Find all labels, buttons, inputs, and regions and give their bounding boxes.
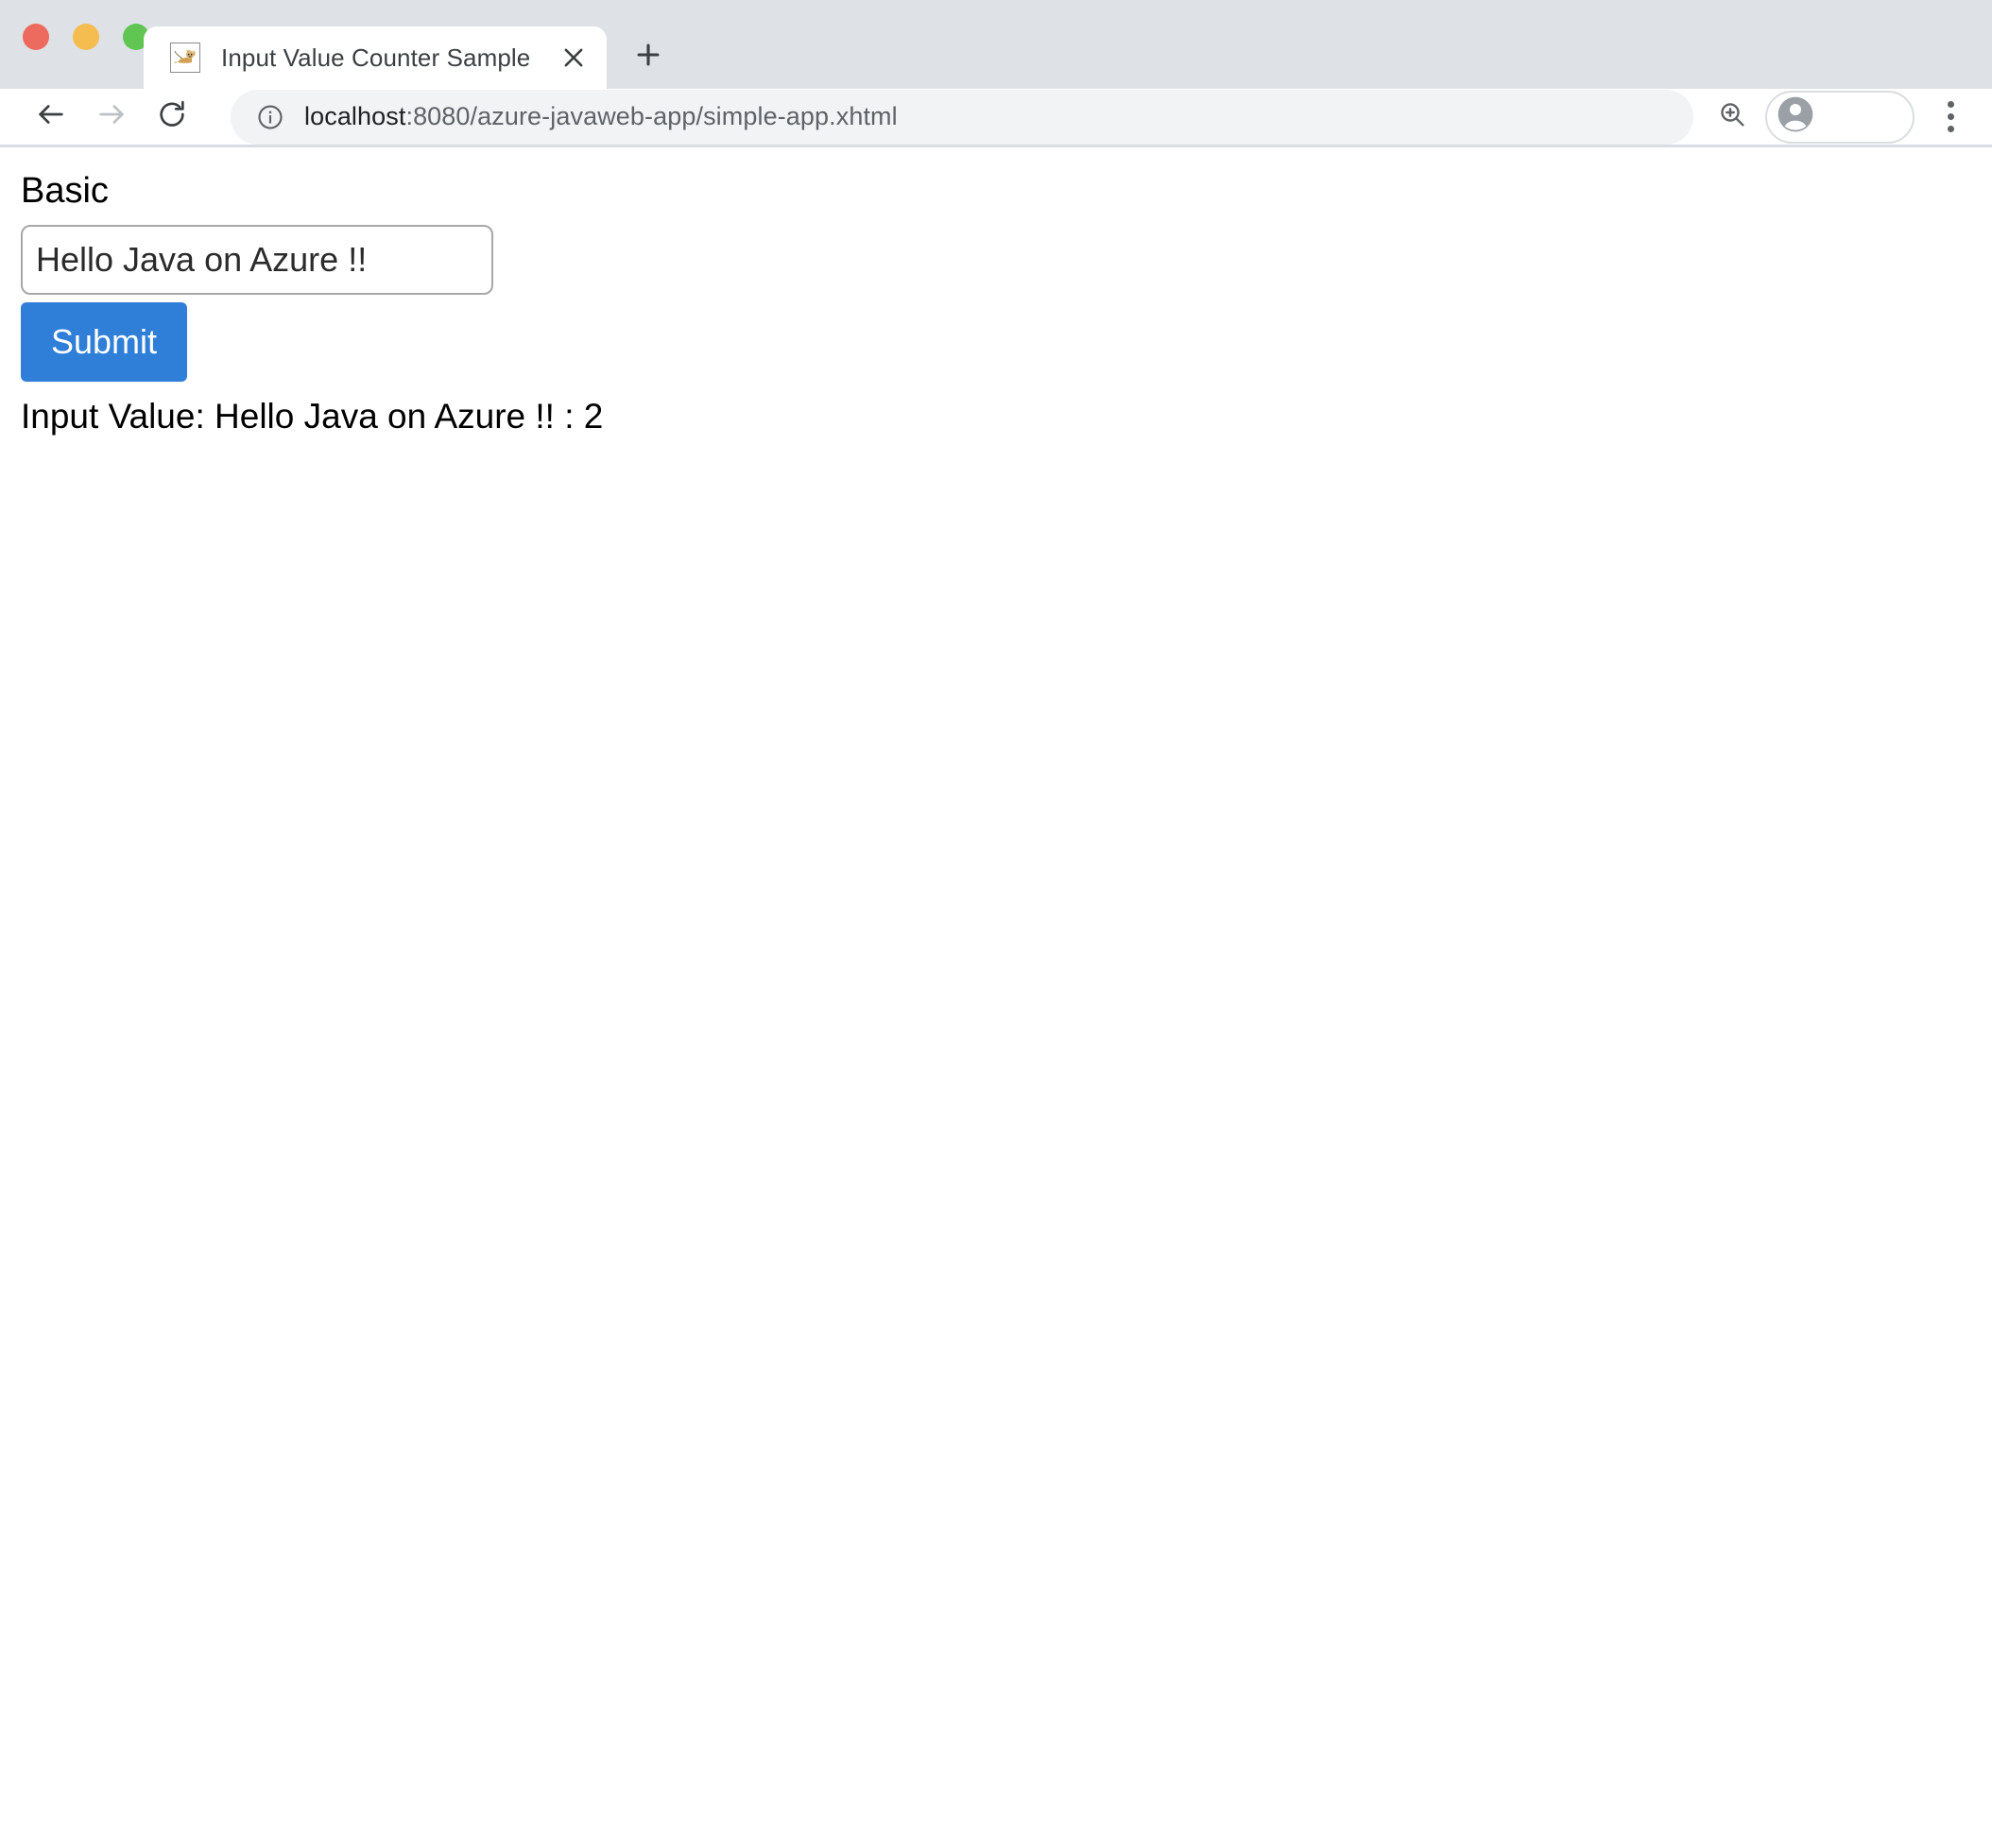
plus-icon	[632, 39, 664, 76]
url-text: localhost:8080/azure-javaweb-app/simple-…	[304, 102, 898, 131]
submit-button[interactable]: Submit	[21, 301, 187, 382]
browser-toolbar: localhost:8080/azure-javaweb-app/simple-…	[0, 89, 1992, 147]
reload-icon	[156, 98, 188, 135]
reload-button[interactable]	[146, 91, 198, 144]
address-bar[interactable]: localhost:8080/azure-javaweb-app/simple-…	[231, 89, 1693, 145]
window-minimize-button[interactable]	[73, 24, 99, 50]
back-button[interactable]	[25, 91, 77, 144]
page-title: Basic	[21, 171, 109, 211]
close-icon[interactable]	[552, 36, 595, 79]
browser-tab-active[interactable]: Input Value Counter Sample	[144, 26, 607, 89]
url-host: localhost	[304, 102, 406, 130]
new-tab-button[interactable]	[624, 32, 673, 81]
three-dot-menu-icon	[1947, 101, 1954, 132]
zoom-indicator-button[interactable]	[1707, 92, 1758, 143]
url-path: :8080/azure-javaweb-app/simple-app.xhtml	[405, 102, 898, 130]
profile-button[interactable]	[1765, 90, 1915, 144]
window-traffic-lights	[23, 24, 149, 50]
input-value-field[interactable]	[21, 224, 493, 295]
browser-window: Input Value Counter Sample localhost:808…	[0, 0, 1992, 1848]
result-output: Input Value: Hello Java on Azure !! : 2	[21, 396, 604, 436]
forward-button	[85, 91, 138, 144]
info-circle-icon[interactable]	[255, 102, 285, 132]
browser-menu-button[interactable]	[1928, 91, 1973, 144]
page-viewport: Basic Submit Input Value: Hello Java on …	[0, 147, 1992, 1848]
tomcat-icon	[170, 43, 200, 73]
back-arrow-icon	[35, 98, 67, 135]
window-close-button[interactable]	[23, 24, 49, 50]
tab-strip: Input Value Counter Sample	[0, 0, 1992, 89]
zoom-in-icon	[1717, 99, 1747, 134]
tab-title: Input Value Counter Sample	[221, 43, 531, 72]
account-avatar-icon	[1777, 95, 1814, 138]
forward-arrow-icon	[95, 98, 128, 135]
